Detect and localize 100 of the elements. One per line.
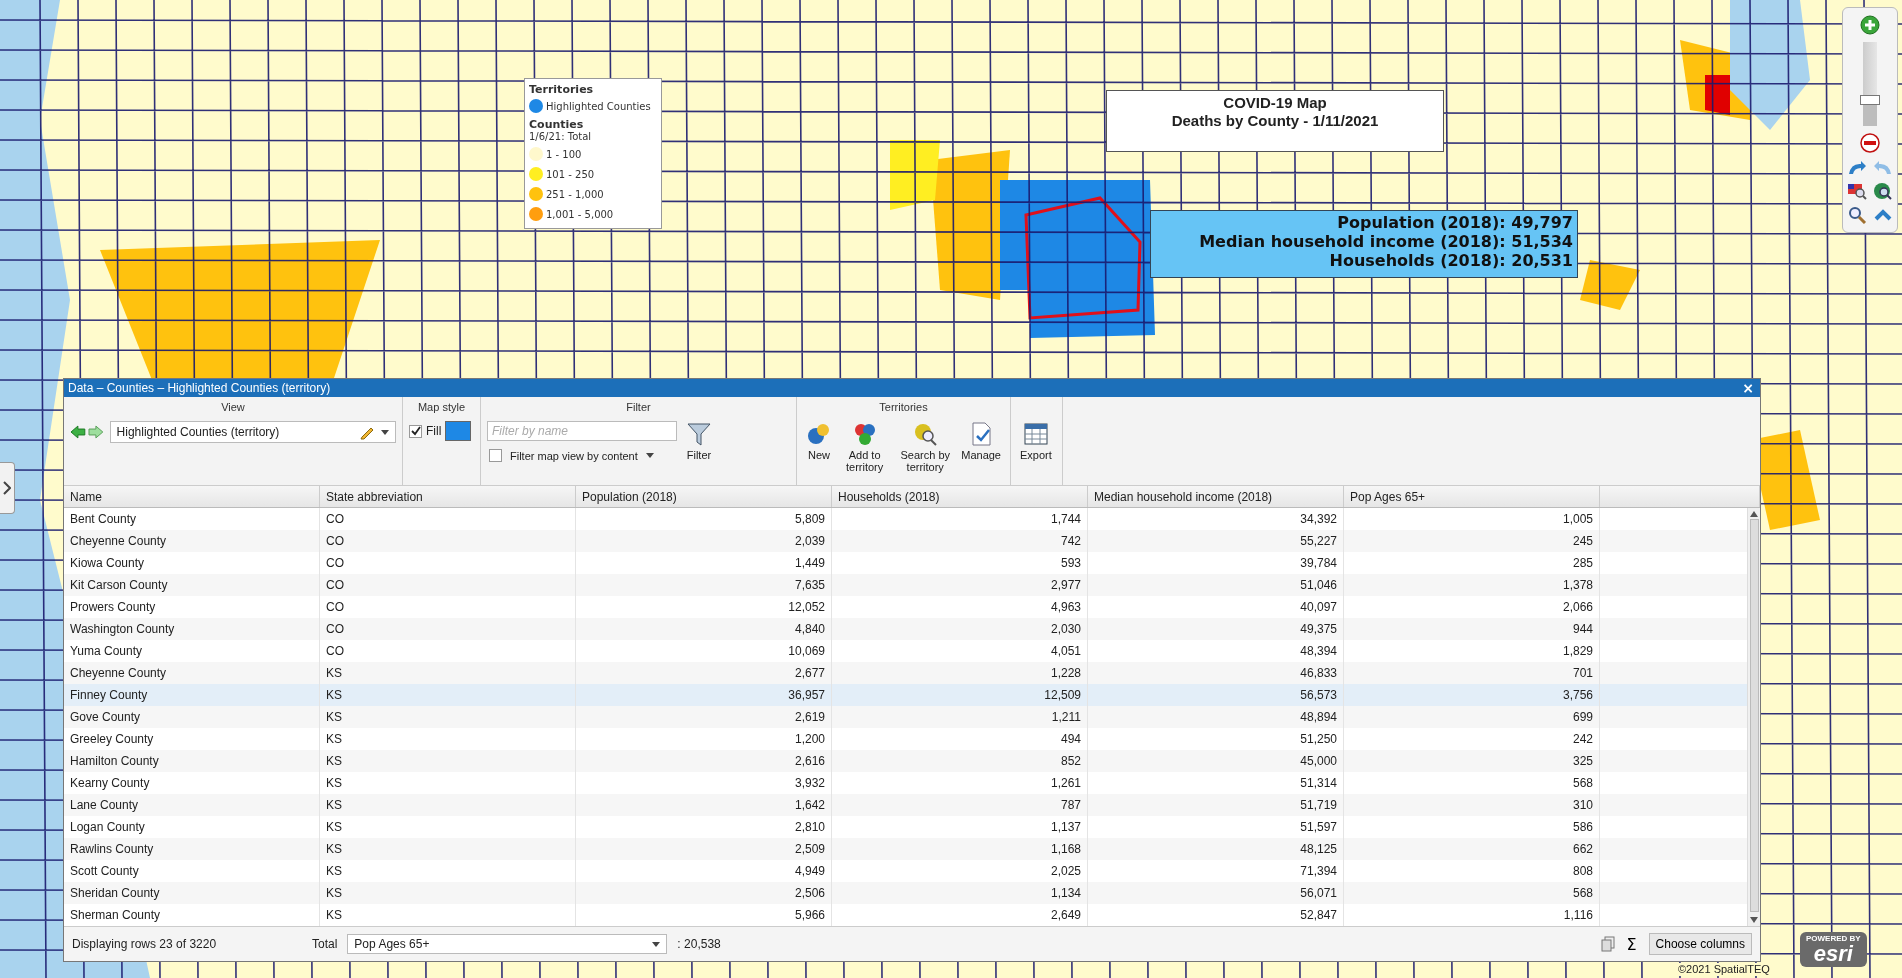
total-label: Total [312, 937, 338, 951]
table-row[interactable]: Finney County KS 36,957 12,509 56,573 3,756 [64, 684, 1747, 706]
total-field-dropdown[interactable]: Pop Ages 65+ [347, 934, 668, 954]
flag-magnifier-icon[interactable] [1847, 182, 1867, 200]
table-cell: 2,509 [576, 838, 832, 860]
table-cell: 699 [1344, 706, 1600, 728]
funnel-icon [686, 421, 712, 447]
table-cell: Cheyenne County [64, 530, 320, 552]
table-cell: 852 [832, 750, 1088, 772]
scrollbar-thumb[interactable] [1749, 519, 1759, 912]
scroll-down-icon[interactable] [1750, 917, 1758, 923]
view-dropdown[interactable]: Highlighted Counties (territory) [109, 421, 396, 443]
caret-icon[interactable] [645, 453, 654, 458]
zoom-out-icon[interactable] [1859, 132, 1881, 154]
table-cell: 1,378 [1344, 574, 1600, 596]
territory-button[interactable]: New [803, 421, 835, 461]
logo-caption: POWERED BY [1806, 934, 1861, 943]
legend-subtitle: 1/6/21: Total [529, 131, 593, 142]
fill-checkbox[interactable] [409, 424, 422, 438]
column-header[interactable]: Population (2018) [576, 486, 832, 507]
table-row[interactable]: Washington County CO 4,840 2,030 49,375 944 [64, 618, 1747, 640]
territory-button[interactable]: Manage [958, 421, 1004, 461]
table-cell: 48,894 [1088, 706, 1344, 728]
group-label: Territories [878, 401, 929, 415]
fill-label: Fill [426, 424, 442, 438]
group-label: View [220, 401, 246, 415]
back-arrow-icon[interactable] [70, 425, 86, 439]
table-row[interactable]: Lane County KS 1,642 787 51,719 310 [64, 794, 1747, 816]
globe-magnifier-icon[interactable] [1873, 182, 1893, 200]
search-icon[interactable] [1847, 206, 1867, 224]
group-label: Filter [625, 401, 652, 415]
filter-input[interactable]: Filter by name [487, 421, 677, 441]
legend-label: 101 - 250 [546, 168, 595, 180]
table-cell: 2,039 [576, 530, 832, 552]
table-cell: 2,619 [576, 706, 832, 728]
table-cell: 7,635 [576, 574, 832, 596]
copy-icon[interactable] [1600, 936, 1615, 952]
table-row[interactable]: Rawlins County KS 2,509 1,168 48,125 662 [64, 838, 1747, 860]
callout-line: Households (2018): 20,531 [1328, 251, 1573, 270]
table-cell: 2,506 [576, 882, 832, 904]
fill-color-picker[interactable] [445, 421, 472, 441]
table-cell: Sheridan County [64, 882, 320, 904]
territory-button[interactable]: Add to territory [837, 421, 893, 473]
close-button[interactable]: × [1740, 381, 1756, 395]
scroll-up-icon[interactable] [1750, 511, 1758, 517]
table-cell: 51,046 [1088, 574, 1344, 596]
table-cell: CO [320, 618, 576, 640]
vertical-scrollbar[interactable] [1747, 508, 1760, 926]
table-cell: 742 [832, 530, 1088, 552]
map-title-line: COVID-19 Map [1222, 94, 1328, 112]
callout-line: Median household income (2018): 51,534 [1198, 232, 1573, 251]
table-row[interactable]: Gove County KS 2,619 1,211 48,894 699 [64, 706, 1747, 728]
territory-button[interactable]: Search by territory [894, 421, 957, 473]
table-row[interactable]: Kit Carson County CO 7,635 2,977 51,046 1,378 [64, 574, 1747, 596]
table-cell: KS [320, 882, 576, 904]
total-value: : 20,538 [677, 937, 721, 951]
table-row[interactable]: Cheyenne County CO 2,039 742 55,227 245 [64, 530, 1747, 552]
legend-label: 1 - 100 [546, 148, 582, 160]
column-header[interactable]: Median household income (2018) [1088, 486, 1344, 507]
export-button[interactable]: Export [1017, 421, 1055, 461]
slider-thumb[interactable] [1860, 94, 1880, 105]
legend-title: Territories [529, 83, 595, 96]
side-panel-toggle[interactable] [0, 462, 15, 514]
table-cell: KS [320, 794, 576, 816]
caret-icon [652, 941, 661, 947]
zoom-slider[interactable] [1863, 42, 1877, 126]
choose-columns-button[interactable]: Choose columns [1648, 933, 1752, 955]
table-cell: 56,071 [1088, 882, 1344, 904]
spreadsheet-icon [1022, 421, 1049, 447]
zoom-in-icon[interactable] [1859, 14, 1881, 36]
table-row[interactable]: Cheyenne County KS 2,677 1,228 46,833 701 [64, 662, 1747, 684]
column-header[interactable]: State abbreviation [320, 486, 576, 507]
panel-title: Data – Counties – Highlighted Counties (territory) [68, 381, 332, 395]
table-cell: Hamilton County [64, 750, 320, 772]
column-header[interactable]: Name [64, 486, 320, 507]
table-cell: 2,977 [832, 574, 1088, 596]
group-label: Map style [416, 401, 467, 415]
column-header[interactable]: Households (2018) [832, 486, 1088, 507]
table-cell: 55,227 [1088, 530, 1344, 552]
table-cell: 51,719 [1088, 794, 1344, 816]
undo-arrow-icon[interactable] [1847, 160, 1867, 176]
table-cell: 1,168 [832, 838, 1088, 860]
legend-label: Highlighted Counties [546, 100, 651, 112]
table-cell: 944 [1344, 618, 1600, 640]
column-header[interactable]: Pop Ages 65+ [1344, 486, 1600, 507]
table-cell: CO [320, 530, 576, 552]
table-row[interactable]: Sheridan County KS 2,506 1,134 56,071 568 [64, 882, 1747, 904]
filter-button[interactable]: Filter [683, 421, 715, 461]
callout-line: Population (2018): 49,797 [1336, 213, 1573, 232]
map-view-checkbox[interactable] [489, 449, 502, 462]
table-row[interactable]: Hamilton County KS 2,616 852 45,000 325 [64, 750, 1747, 772]
chevron-right-icon [3, 481, 11, 495]
sum-button[interactable]: Σ [1624, 934, 1639, 954]
table-cell: 310 [1344, 794, 1600, 816]
table-cell: CO [320, 574, 576, 596]
table-cell: 1,211 [832, 706, 1088, 728]
table-cell: 48,125 [1088, 838, 1344, 860]
legend-title: Counties [529, 118, 585, 131]
table-cell: 45,000 [1088, 750, 1344, 772]
table-cell: 1,134 [832, 882, 1088, 904]
